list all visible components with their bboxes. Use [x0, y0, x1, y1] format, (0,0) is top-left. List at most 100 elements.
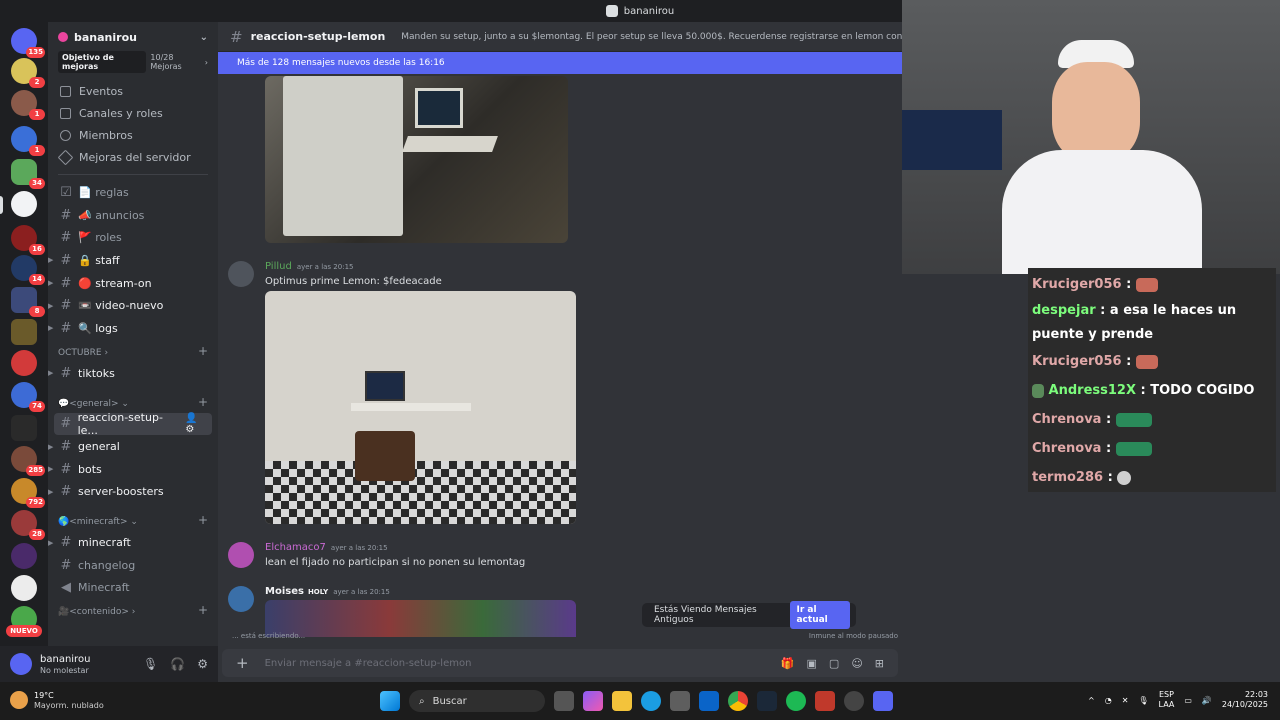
channel-bots[interactable]: ▶ # bots	[48, 458, 218, 481]
mic-icon[interactable]: 🎙	[1138, 696, 1148, 705]
channel-tiktoks[interactable]: ▶ # tiktoks	[48, 362, 218, 385]
microphone-icon[interactable]: 🎙	[143, 657, 158, 671]
server-icon[interactable]: 16	[11, 225, 45, 255]
server-icon[interactable]	[11, 575, 37, 601]
server-icon[interactable]: 34	[11, 159, 45, 189]
message-input[interactable]: + Enviar mensaje a #reaccion-setup-lemon…	[222, 649, 898, 677]
channel-label: minecraft	[78, 536, 131, 550]
nav-eventos[interactable]: Eventos	[48, 80, 218, 102]
channel-server-boosters[interactable]: ▶ # server-boosters	[48, 481, 218, 504]
emoji-icon[interactable]: ☺	[851, 657, 862, 670]
channel-roles[interactable]: # 🚩 roles	[48, 226, 218, 249]
author-name[interactable]: Moises	[265, 586, 304, 597]
nav-miembros[interactable]: Miembros	[48, 124, 218, 146]
new-messages-bar[interactable]: Más de 128 mensajes nuevos desde las 16:…	[218, 52, 902, 74]
streamer-shirt	[1002, 150, 1202, 274]
channel-general[interactable]: ▶ # general	[48, 435, 218, 458]
category-contenido[interactable]: 🎥<contenido> › +	[48, 599, 218, 621]
network-icon[interactable]: ◔	[1105, 696, 1112, 705]
add-channel-icon[interactable]: +	[198, 344, 208, 358]
gif-icon[interactable]: ▣	[807, 657, 817, 670]
copilot-icon[interactable]	[583, 691, 603, 711]
server-icon[interactable]: 1	[11, 90, 45, 120]
invite-settings-icons[interactable]: 👤⚙	[185, 413, 206, 435]
headphones-icon[interactable]: 🎧	[170, 657, 185, 671]
weather-widget[interactable]: 19°C Mayorm. nublado	[10, 690, 104, 710]
server-icon[interactable]: 2	[11, 58, 45, 88]
store-icon[interactable]	[670, 691, 690, 711]
avatar[interactable]	[228, 542, 254, 568]
chevron-up-icon[interactable]: ^	[1088, 696, 1095, 705]
nav-canales-roles[interactable]: Canales y roles	[48, 102, 218, 124]
windows-start-icon[interactable]	[380, 691, 400, 711]
setup-image[interactable]	[265, 600, 576, 637]
display-icon[interactable]: ▭	[1184, 696, 1192, 705]
server-icon[interactable]: 1	[11, 126, 45, 156]
server-icon-bananirou[interactable]	[11, 191, 37, 217]
server-icon[interactable]: 28	[11, 510, 45, 540]
channel-changelog[interactable]: # changelog	[48, 554, 218, 577]
author-name[interactable]: Elchamaco7	[265, 542, 326, 553]
add-channel-icon[interactable]: +	[198, 513, 208, 527]
server-icon[interactable]	[11, 319, 37, 345]
file-explorer-icon[interactable]	[612, 691, 632, 711]
channel-reaccion-setup-lemon[interactable]: # reaccion-setup-le... 👤⚙	[54, 411, 212, 437]
speaker-icon[interactable]: 🔊	[1202, 696, 1212, 705]
gift-icon[interactable]: 🎁	[781, 657, 795, 670]
setup-image[interactable]	[265, 76, 568, 243]
avatar[interactable]	[228, 261, 254, 287]
category-general[interactable]: 💬<general> ⌄ +	[48, 391, 218, 413]
add-channel-icon[interactable]: +	[198, 603, 208, 617]
channel-topic[interactable]: Manden su setup, junto a su $lemontag. E…	[401, 32, 902, 42]
edge-icon[interactable]	[641, 691, 661, 711]
clock[interactable]: 22:03 24/10/2025	[1222, 690, 1268, 710]
channel-reglas[interactable]: ☑ 📄 reglas	[48, 181, 218, 204]
weather-icon	[10, 691, 28, 709]
category-minecraft[interactable]: 🌎<minecraft> ⌄ +	[48, 509, 218, 531]
channel-staff[interactable]: ▶ # 🔒 staff	[48, 249, 218, 272]
discord-taskbar-icon[interactable]	[873, 691, 893, 711]
author-name[interactable]: Pillud	[265, 261, 292, 272]
category-octubre[interactable]: OCTUBRE › +	[48, 340, 218, 362]
channel-stream-on[interactable]: ▶ # 🔴 stream-on	[48, 272, 218, 295]
outlook-icon[interactable]	[699, 691, 719, 711]
emote-icon	[1135, 277, 1158, 292]
server-icon[interactable]: 285	[11, 446, 45, 476]
channel-anuncios[interactable]: # 📣 anuncios	[48, 204, 218, 227]
apps-icon[interactable]: ⊞	[875, 657, 884, 670]
channel-minecraft[interactable]: ▶ # minecraft	[48, 531, 218, 554]
obs-icon[interactable]	[844, 691, 864, 711]
chat-user: Kruciger056	[1032, 354, 1122, 369]
add-channel-icon[interactable]: +	[198, 395, 208, 409]
server-icon[interactable]	[11, 415, 37, 441]
server-icon[interactable]: 14	[11, 255, 45, 285]
server-icon[interactable]	[11, 350, 37, 376]
chat-user: despejar	[1032, 303, 1096, 318]
spotify-icon[interactable]	[786, 691, 806, 711]
server-icon[interactable]: 74	[11, 382, 45, 412]
language-indicator[interactable]: ESP LAA	[1159, 690, 1175, 710]
setup-image[interactable]	[265, 291, 576, 524]
task-view-icon[interactable]	[554, 691, 574, 711]
channel-minecraft-voice[interactable]: ◀ Minecraft	[48, 577, 218, 600]
app-icon[interactable]	[815, 691, 835, 711]
taskbar-search[interactable]: ⌕ Buscar	[409, 690, 545, 712]
volume-mute-icon[interactable]: ✕	[1122, 696, 1129, 705]
gear-icon[interactable]: ⚙	[197, 657, 208, 671]
avatar[interactable]	[228, 586, 254, 612]
server-icon[interactable]: 792	[11, 478, 45, 508]
chrome-icon[interactable]	[728, 691, 748, 711]
channel-video-nuevo[interactable]: ▶ # 📼 video-nuevo	[48, 294, 218, 317]
steam-icon[interactable]	[757, 691, 777, 711]
channel-logs[interactable]: ▶ # 🔍 logs	[48, 317, 218, 340]
server-icon[interactable]: 8	[11, 287, 45, 317]
server-icon[interactable]: 135	[11, 28, 45, 58]
add-attachment-icon[interactable]: +	[236, 654, 249, 672]
jump-to-present-button[interactable]: Ir al actual	[790, 601, 850, 629]
server-icon[interactable]	[11, 543, 37, 569]
boost-goal-bar[interactable]: Objetivo de mejoras 10/28 Mejoras ›	[48, 51, 218, 73]
sticker-icon[interactable]: ▢	[829, 657, 839, 670]
nav-mejoras[interactable]: Mejoras del servidor	[48, 146, 218, 168]
server-header[interactable]: bananirou ⌄	[48, 22, 218, 52]
avatar[interactable]	[10, 653, 32, 675]
